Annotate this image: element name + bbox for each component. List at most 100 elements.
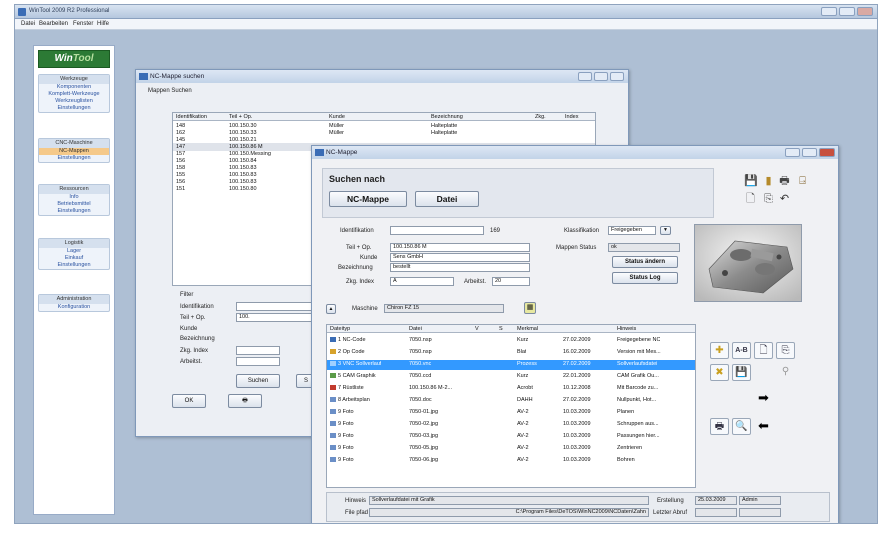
menu-hilfe[interactable]: Hilfe (97, 21, 109, 27)
bezeichnung-input[interactable]: bestellt (390, 263, 530, 272)
col-kunde[interactable]: Kunde (329, 114, 345, 120)
klassifikation-select[interactable]: Freigegeben (608, 226, 656, 235)
sidebar-item-logistik-einstellungen[interactable]: Einstellungen (39, 262, 109, 269)
sidebar-item-einkauf[interactable]: Einkauf (39, 255, 109, 262)
arbeitst-input[interactable]: 20 (492, 277, 530, 286)
add-file-icon[interactable]: ✚ (710, 342, 729, 359)
filter-identifikation-input[interactable] (236, 302, 316, 311)
nc-mappe-button[interactable]: NC-Mappe (329, 191, 407, 207)
col-zkg[interactable]: Zkg. (535, 114, 546, 120)
file-row[interactable]: 9 Foto 7050-01.jpg AV-2 10.03.2009 Planen (327, 408, 695, 418)
filter-label-bezeichnung: Bezeichnung (180, 336, 215, 342)
link-icon[interactable]: ⚲ (776, 364, 795, 381)
file-row[interactable]: 8 Arbeitsplan 7050.doc DAHH 27.02.2009 Nullp… (327, 396, 695, 406)
sidebar-item-ressourcen-einstellungen[interactable]: Einstellungen (39, 208, 109, 215)
col-identifikation[interactable]: Identifikation (176, 114, 207, 120)
teil-input[interactable]: 100.150.86 M (390, 243, 530, 252)
sidebar-header-werkzeuge[interactable]: Werkzeuge (39, 75, 109, 84)
col-hinweis[interactable]: Hinweis (617, 326, 636, 332)
zkg-index-input[interactable]: A (390, 277, 454, 286)
files-table-header: Dateityp Datei V S Merkmal Hinweis (327, 325, 695, 333)
file-row[interactable]: 9 Foto 7050-06.jpg AV-2 10.03.2009 Bohren (327, 456, 695, 466)
ok-button[interactable]: OK (172, 394, 206, 408)
sidebar-header-administration[interactable]: Administration (39, 295, 109, 304)
datei-button[interactable]: Datei (415, 191, 479, 207)
sidebar-item-komponenten[interactable]: Komponenten (39, 84, 109, 91)
file-row[interactable]: 9 Foto 7050-05.jpg AV-2 10.03.2009 Zentriere… (327, 444, 695, 454)
col-v[interactable]: V (475, 326, 479, 332)
file-row[interactable]: 9 Foto 7050-02.jpg AV-2 10.03.2009 Schruppen… (327, 420, 695, 430)
status-aendern-button[interactable]: Status ändern (612, 256, 678, 268)
sidebar-header-logistik[interactable]: Logistik (39, 239, 109, 248)
delete-file-icon[interactable]: ✖ (710, 364, 729, 381)
file-row[interactable]: 1 NC-Code 7050.nsp Kurz 27.02.2009 Freigegeb… (327, 336, 695, 346)
nc-maximize-button[interactable] (802, 148, 817, 157)
blank-document-icon[interactable]: 🗋 (754, 342, 773, 359)
col-index[interactable]: Index (565, 114, 578, 120)
search-minimize-button[interactable] (578, 72, 592, 81)
ab-icon[interactable]: A-B (732, 342, 751, 359)
save-file-icon[interactable]: 💾 (732, 364, 751, 381)
print-file-icon[interactable]: 🖶 (710, 418, 729, 435)
sidebar-item-lager[interactable]: Lager (39, 248, 109, 255)
filter-zkg-input[interactable] (236, 346, 280, 355)
sidebar-item-cnc-einstellungen[interactable]: Einstellungen (39, 155, 109, 162)
undo-icon[interactable]: ↶ (778, 192, 791, 206)
suchen-button[interactable]: Suchen (236, 374, 280, 388)
search-close-button[interactable] (610, 72, 624, 81)
filter-teil-input[interactable]: 100. (236, 313, 316, 322)
print-button[interactable]: 🖶 (228, 394, 262, 408)
filter-arbeitst-input[interactable] (236, 357, 280, 366)
save-icon[interactable]: 💾 (744, 174, 758, 188)
sidebar-item-betriebsmittel[interactable]: Betriebsmittel (39, 201, 109, 208)
sidebar-header-cnc[interactable]: CNC-Maschine (39, 139, 109, 148)
title-bar: WinTool 2009 R2 Professional (15, 5, 877, 19)
kunde-input[interactable]: Sens GmbH (390, 253, 530, 262)
file-row[interactable]: 5 CAM Graphik 7050.ccd Kurz 22.01.2009 CAM G… (327, 372, 695, 382)
search-maximize-button[interactable] (594, 72, 608, 81)
sidebar-item-info[interactable]: Info (39, 194, 109, 201)
sidebar: WinTool Werkzeuge Komponenten Komplett-W… (33, 45, 115, 515)
sidebar-item-nc-mappen[interactable]: NC-Mappen (39, 148, 109, 155)
expand-icon[interactable]: ▲ (326, 304, 336, 314)
printer-icon[interactable]: 🖶 (778, 174, 791, 188)
col-bezeichnung[interactable]: Bezeichnung (431, 114, 463, 120)
sidebar-item-einstellungen[interactable]: Einstellungen (39, 105, 109, 112)
copy-document-icon[interactable]: ⎘ (762, 192, 775, 206)
nc-close-button[interactable] (819, 148, 835, 157)
sidebar-item-konfiguration[interactable]: Konfiguration (39, 304, 109, 311)
new-document-icon[interactable]: 🗋 (744, 192, 757, 206)
status-log-button[interactable]: Status Log (612, 272, 678, 284)
col-dateityp[interactable]: Dateityp (330, 326, 350, 332)
col-teil-op[interactable]: Teil + Op. (229, 114, 252, 120)
menu-datei[interactable]: Datei (21, 21, 35, 27)
file-row[interactable]: 2 Op Code 7050.nsp Blat 16.02.2009 Version m… (327, 348, 695, 358)
file-row-selected[interactable]: 3 VNC Sollverlauf 7050.vnc Prozess 27.02.20… (327, 360, 695, 370)
file-row[interactable]: 9 Foto 7050-03.jpg AV-2 10.03.2009 Passungen… (327, 432, 695, 442)
door-exit-icon[interactable]: ⍈ (796, 174, 809, 188)
menu-bearbeiten[interactable]: Bearbeiten (39, 21, 68, 27)
search-window-titlebar: NC-Mappe suchen (136, 70, 628, 83)
copy-file-icon[interactable]: ⎘ (776, 342, 795, 359)
arrow-left-icon[interactable]: ⬅ (754, 418, 773, 435)
col-datei[interactable]: Datei (409, 326, 422, 332)
sidebar-group-logistik: Logistik Lager Einkauf Einstellungen (38, 238, 110, 270)
sidebar-header-ressourcen[interactable]: Ressourcen (39, 185, 109, 194)
col-s[interactable]: S (499, 326, 503, 332)
nc-minimize-button[interactable] (785, 148, 800, 157)
minimize-button[interactable] (821, 7, 837, 16)
tab-mappen-suchen[interactable]: Mappen Suchen (148, 88, 192, 94)
preview-icon[interactable]: 🔍 (732, 418, 751, 435)
arrow-right-icon[interactable]: ➡ (754, 390, 773, 407)
sidebar-item-komplett-werkzeuge[interactable]: Komplett-Werkzeuge (39, 91, 109, 98)
close-button[interactable] (857, 7, 873, 16)
file-row[interactable]: 7 Rüstliste 100.150.86 M-2... Acrobt 10.12.… (327, 384, 695, 394)
sidebar-item-werkzeuglisten[interactable]: Werkzeuglisten (39, 98, 109, 105)
chevron-down-icon[interactable]: ▼ (660, 226, 671, 235)
col-merkmal[interactable]: Merkmal (517, 326, 538, 332)
menu-fenster[interactable]: Fenster (73, 21, 93, 27)
maximize-button[interactable] (839, 7, 855, 16)
machine-lookup-icon[interactable]: ▦ (524, 302, 536, 314)
book-icon[interactable]: ▮ (762, 174, 775, 188)
identifikation-input[interactable] (390, 226, 484, 235)
